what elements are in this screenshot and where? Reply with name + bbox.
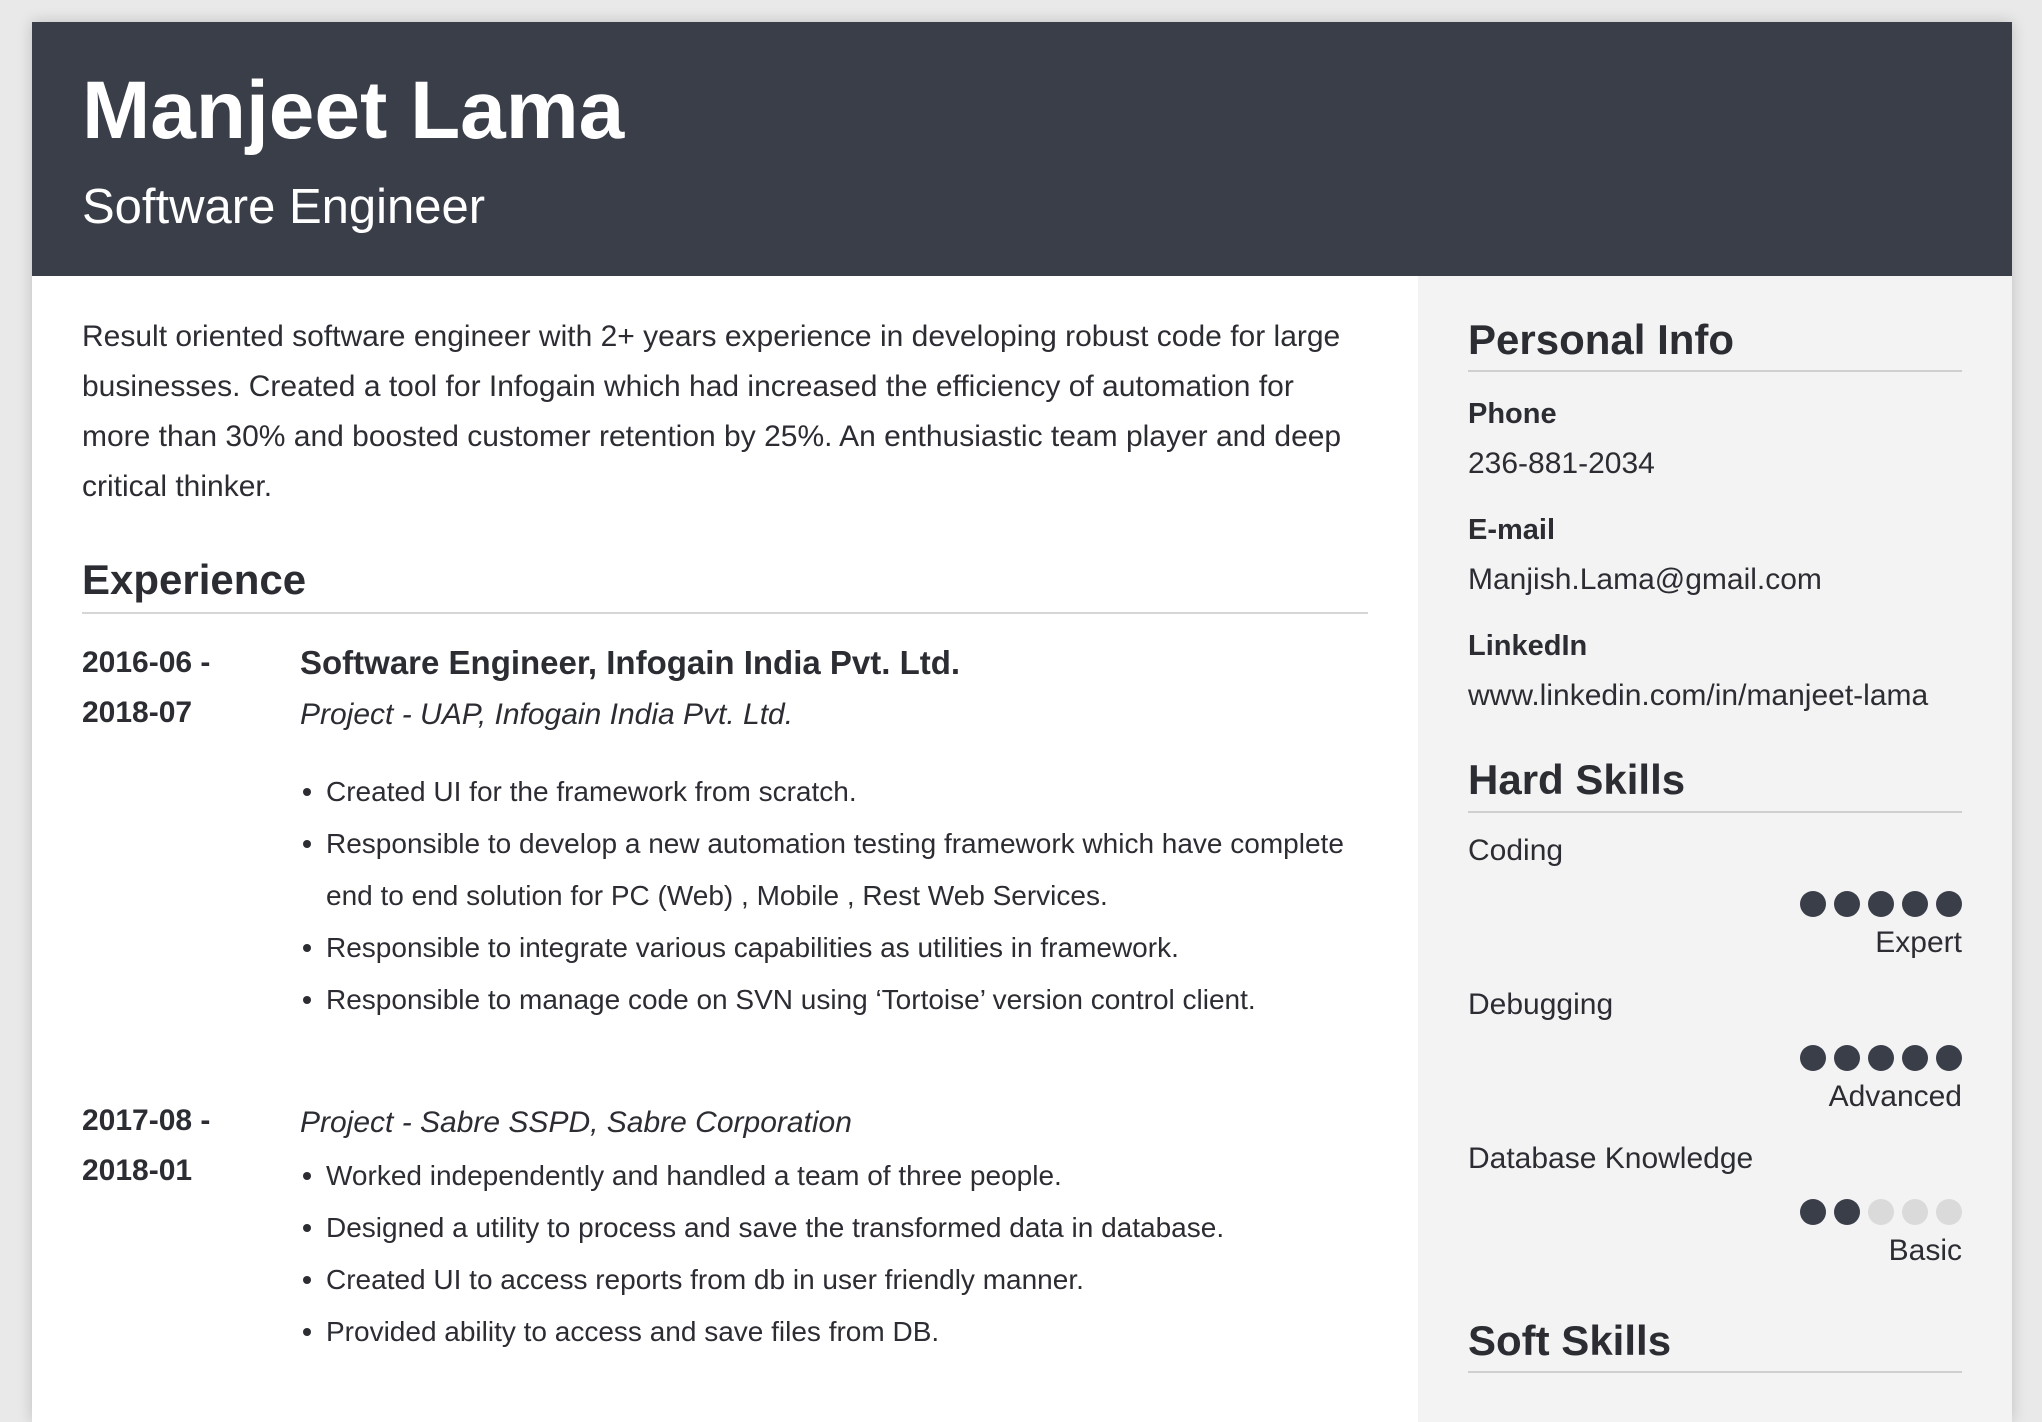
main-column: Result oriented software engineer with 2… <box>82 276 1368 1358</box>
phone-label: Phone <box>1468 398 1557 431</box>
email-value[interactable]: Manjish.Lama@gmail.com <box>1468 560 1962 600</box>
skill-rating <box>1468 1044 1962 1071</box>
skill-level: Advanced <box>1828 1079 1962 1113</box>
entry-date-end: 2018-01 <box>82 1154 193 1188</box>
bullet-item: Created UI for the framework from scratc… <box>300 766 1368 818</box>
skill-item: Database Knowledge Basic <box>1468 1139 1962 1271</box>
experience-entry: 2016-06 - 2018-07 Software Engineer, Inf… <box>82 638 1368 1026</box>
entry-project: Project - UAP, Infogain India Pvt. Ltd. <box>300 698 794 732</box>
email-label: E-mail <box>1468 514 1556 547</box>
skill-level: Basic <box>1888 1233 1962 1267</box>
rating-dot-filled <box>1834 1044 1860 1071</box>
entry-role: Software Engineer, Infogain India Pvt. L… <box>300 644 961 682</box>
entry-date-start: 2017-08 - <box>82 1104 211 1138</box>
rating-dot-filled <box>1800 1198 1826 1225</box>
skill-level: Expert <box>1875 925 1962 959</box>
skill-name: Coding <box>1468 833 1564 867</box>
bullet-item: Responsible to integrate various capabil… <box>300 922 1368 974</box>
bullet-item: Worked independently and handled a team … <box>300 1150 1368 1202</box>
entry-bullets: Created UI for the framework from scratc… <box>300 766 1368 1026</box>
skill-rating <box>1468 890 1962 917</box>
bullet-item: Provided ability to access and save file… <box>300 1306 1368 1358</box>
sidebar: Personal Info Phone 236-881-2034 E-mail … <box>1418 276 2012 1422</box>
skill-name: Debugging <box>1468 987 1614 1021</box>
resume-header: Manjeet Lama Software Engineer <box>32 22 2012 276</box>
skill-rating <box>1468 1198 1962 1225</box>
entry-date: 2017-08 - 2018-01 <box>82 1096 282 1196</box>
entry-spacer <box>300 742 1368 766</box>
rating-dot-filled <box>1868 890 1894 917</box>
sidebar-content: Personal Info Phone 236-881-2034 E-mail … <box>1468 276 1962 1373</box>
linkedin-label: LinkedIn <box>1468 630 1588 663</box>
rating-dot-empty <box>1936 1198 1962 1225</box>
rating-dot-filled <box>1868 1044 1894 1071</box>
rating-dot-empty <box>1868 1198 1894 1225</box>
bullet-item: Designed a utility to process and save t… <box>300 1202 1368 1254</box>
skill-name: Database Knowledge <box>1468 1141 1754 1175</box>
entry-date: 2016-06 - 2018-07 <box>82 638 282 738</box>
entry-bullets: Worked independently and handled a team … <box>300 1150 1368 1358</box>
experience-heading: Experience <box>82 556 1368 615</box>
entry-body: Software Engineer, Infogain India Pvt. L… <box>300 638 1368 1026</box>
experience-entry: 2017-08 - 2018-01 Project - Sabre SSPD, … <box>82 1096 1368 1358</box>
rating-dot-filled <box>1902 890 1928 917</box>
rating-dot-empty <box>1902 1198 1928 1225</box>
resume-page: Manjeet Lama Software Engineer Result or… <box>32 22 2012 1422</box>
bullet-item: Responsible to manage code on SVN using … <box>300 974 1368 1026</box>
rating-dot-filled <box>1800 1044 1826 1071</box>
candidate-title: Software Engineer <box>82 180 486 234</box>
entry-project: Project - Sabre SSPD, Sabre Corporation <box>300 1106 852 1140</box>
entry-date-end: 2018-07 <box>82 696 193 730</box>
rating-dot-filled <box>1834 1198 1860 1225</box>
rating-dot-filled <box>1902 1044 1928 1071</box>
bullet-item: Created UI to access reports from db in … <box>300 1254 1368 1306</box>
rating-dot-filled <box>1936 1044 1962 1071</box>
rating-dot-filled <box>1834 890 1860 917</box>
soft-skills-heading: Soft Skills <box>1468 1317 1962 1373</box>
entry-date-start: 2016-06 - <box>82 646 211 680</box>
rating-dot-filled <box>1800 890 1826 917</box>
hard-skills-heading: Hard Skills <box>1468 756 1962 813</box>
rating-dot-filled <box>1936 890 1962 917</box>
entry-body: Project - Sabre SSPD, Sabre Corporation … <box>300 1096 1368 1358</box>
linkedin-value[interactable]: www.linkedin.com/in/manjeet-lama <box>1468 676 1962 716</box>
phone-value[interactable]: 236-881-2034 <box>1468 444 1962 484</box>
personal-info-heading: Personal Info <box>1468 316 1962 373</box>
skill-item: Coding Expert <box>1468 831 1962 963</box>
candidate-name: Manjeet Lama <box>82 65 625 156</box>
profile-summary: Result oriented software engineer with 2… <box>82 320 1342 503</box>
skill-item: Debugging Advanced <box>1468 985 1962 1117</box>
bullet-item: Responsible to develop a new automation … <box>300 818 1368 922</box>
